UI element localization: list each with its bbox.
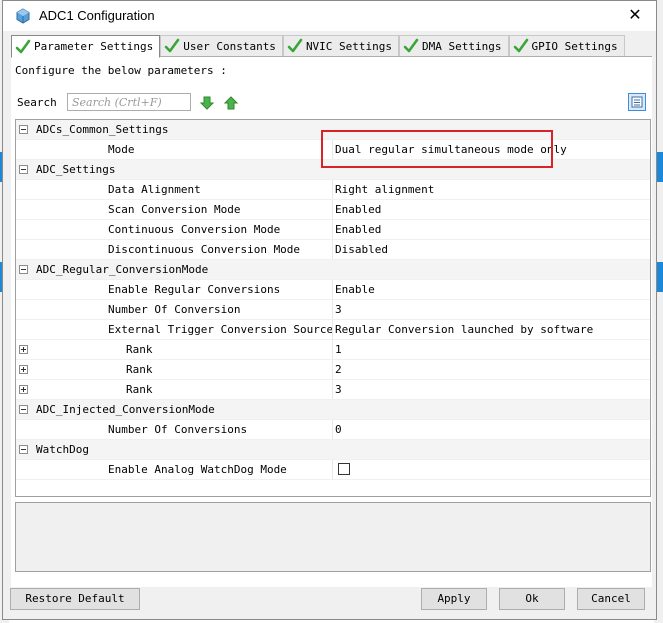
collapse-icon[interactable]: [19, 265, 28, 274]
restore-default-button[interactable]: Restore Default: [10, 588, 140, 610]
configure-label: Configure the below parameters :: [15, 64, 227, 77]
group-adc-settings[interactable]: ADC_Settings: [16, 160, 650, 180]
tab-parameter-settings[interactable]: Parameter Settings: [11, 35, 161, 58]
parameter-tree: ADCs_Common_Settings Mode Dual regular s…: [15, 119, 651, 497]
tab-user-constants[interactable]: User Constants: [160, 35, 283, 56]
param-name: Mode: [108, 143, 135, 156]
check-icon: [403, 38, 419, 53]
group-label: ADC_Injected_ConversionMode: [36, 403, 215, 416]
check-icon: [15, 39, 31, 53]
tab-bar: Parameter Settings User Constants NVIC S…: [11, 35, 625, 58]
group-watchdog[interactable]: WatchDog: [16, 440, 650, 460]
description-panel: [15, 502, 651, 572]
param-name: External Trigger Conversion Source: [108, 323, 334, 336]
window-title: ADC1 Configuration: [39, 8, 155, 23]
param-value[interactable]: Disabled: [335, 243, 388, 256]
param-value[interactable]: Right alignment: [335, 183, 434, 196]
param-row-number-of-conversions[interactable]: Number Of Conversions 0: [16, 420, 650, 440]
param-name: Continuous Conversion Mode: [108, 223, 281, 236]
param-row-rank-3[interactable]: Rank 3: [16, 380, 650, 400]
title-bar: ADC1 Configuration ✕: [3, 1, 656, 31]
arrow-down-icon[interactable]: [199, 95, 215, 111]
expand-icon[interactable]: [19, 385, 28, 394]
check-icon: [164, 38, 180, 53]
param-row-enable-regular-conversions[interactable]: Enable Regular Conversions Enable: [16, 280, 650, 300]
param-name: Enable Analog WatchDog Mode: [108, 463, 287, 476]
param-value[interactable]: 3: [335, 303, 342, 316]
param-name: Enable Regular Conversions: [108, 283, 281, 296]
tab-label: Parameter Settings: [34, 40, 154, 53]
search-input[interactable]: [67, 93, 191, 111]
ok-button[interactable]: Ok: [499, 588, 565, 610]
cancel-button[interactable]: Cancel: [577, 588, 645, 610]
param-value[interactable]: Enabled: [335, 223, 381, 236]
tab-label: GPIO Settings: [531, 39, 618, 53]
param-name: Discontinuous Conversion Mode: [108, 243, 301, 256]
param-row-enable-analog-watchdog[interactable]: Enable Analog WatchDog Mode: [16, 460, 650, 480]
param-row-mode[interactable]: Mode Dual regular simultaneous mode only: [16, 140, 650, 160]
adc1-configuration-dialog: ADC1 Configuration ✕ Parameter Settings …: [2, 0, 657, 620]
tab-label: NVIC Settings: [305, 39, 393, 53]
tab-nvic-settings[interactable]: NVIC Settings: [282, 35, 400, 56]
param-value[interactable]: Enabled: [335, 203, 381, 216]
param-row-data-alignment[interactable]: Data Alignment Right alignment: [16, 180, 650, 200]
app-cube-icon: [16, 8, 30, 24]
collapse-icon[interactable]: [19, 165, 28, 174]
check-icon: [287, 38, 303, 53]
param-name: Scan Conversion Mode: [108, 203, 241, 216]
tab-gpio-settings[interactable]: GPIO Settings: [508, 35, 625, 56]
param-row-number-of-conversion[interactable]: Number Of Conversion 3: [16, 300, 650, 320]
param-row-external-trigger-source[interactable]: External Trigger Conversion Source Regul…: [16, 320, 650, 340]
collapse-icon[interactable]: [19, 445, 28, 454]
param-row-continuous-conversion[interactable]: Continuous Conversion Mode Enabled: [16, 220, 650, 240]
group-adc-injected-conversion-mode[interactable]: ADC_Injected_ConversionMode: [16, 400, 650, 420]
search-label: Search: [17, 96, 57, 109]
group-adcs-common-settings[interactable]: ADCs_Common_Settings: [16, 120, 650, 140]
collapse-icon[interactable]: [19, 125, 28, 134]
param-name: Data Alignment: [108, 183, 201, 196]
group-label: ADC_Regular_ConversionMode: [36, 263, 209, 276]
group-adc-regular-conversion-mode[interactable]: ADC_Regular_ConversionMode: [16, 260, 650, 280]
param-name: Rank: [126, 383, 153, 396]
expand-icon[interactable]: [19, 365, 28, 374]
param-value[interactable]: Regular Conversion launched by software: [335, 323, 593, 336]
collapse-icon[interactable]: [19, 405, 28, 414]
param-value[interactable]: 3: [335, 383, 342, 396]
group-label: ADCs_Common_Settings: [36, 123, 169, 136]
tab-label: User Constants: [183, 39, 276, 53]
param-name: Rank: [126, 363, 153, 376]
parameter-settings-panel: Configure the below parameters : Search …: [11, 56, 652, 587]
list-view-icon[interactable]: [628, 93, 646, 111]
param-row-rank-2[interactable]: Rank 2: [16, 360, 650, 380]
group-label: ADC_Settings: [36, 163, 116, 176]
param-row-scan-conversion[interactable]: Scan Conversion Mode Enabled: [16, 200, 650, 220]
param-value[interactable]: Enable: [335, 283, 375, 296]
group-label: WatchDog: [36, 443, 89, 456]
param-name: Number Of Conversion: [108, 303, 241, 316]
arrow-up-icon[interactable]: [223, 95, 239, 111]
param-name: Number Of Conversions: [108, 423, 248, 436]
expand-icon[interactable]: [19, 345, 28, 354]
watchdog-checkbox[interactable]: [338, 463, 350, 475]
apply-button[interactable]: Apply: [421, 588, 487, 610]
tab-dma-settings[interactable]: DMA Settings: [399, 35, 509, 56]
tab-label: DMA Settings: [422, 39, 502, 53]
param-value[interactable]: Dual regular simultaneous mode only: [335, 143, 567, 156]
param-value[interactable]: 2: [335, 363, 342, 376]
param-row-rank-1[interactable]: Rank 1: [16, 340, 650, 360]
param-value[interactable]: 0: [335, 423, 342, 436]
check-icon: [513, 38, 528, 53]
param-name: Rank: [126, 343, 153, 356]
param-row-discontinuous-conversion[interactable]: Discontinuous Conversion Mode Disabled: [16, 240, 650, 260]
param-value[interactable]: 1: [335, 343, 342, 356]
close-icon[interactable]: ✕: [624, 5, 646, 25]
